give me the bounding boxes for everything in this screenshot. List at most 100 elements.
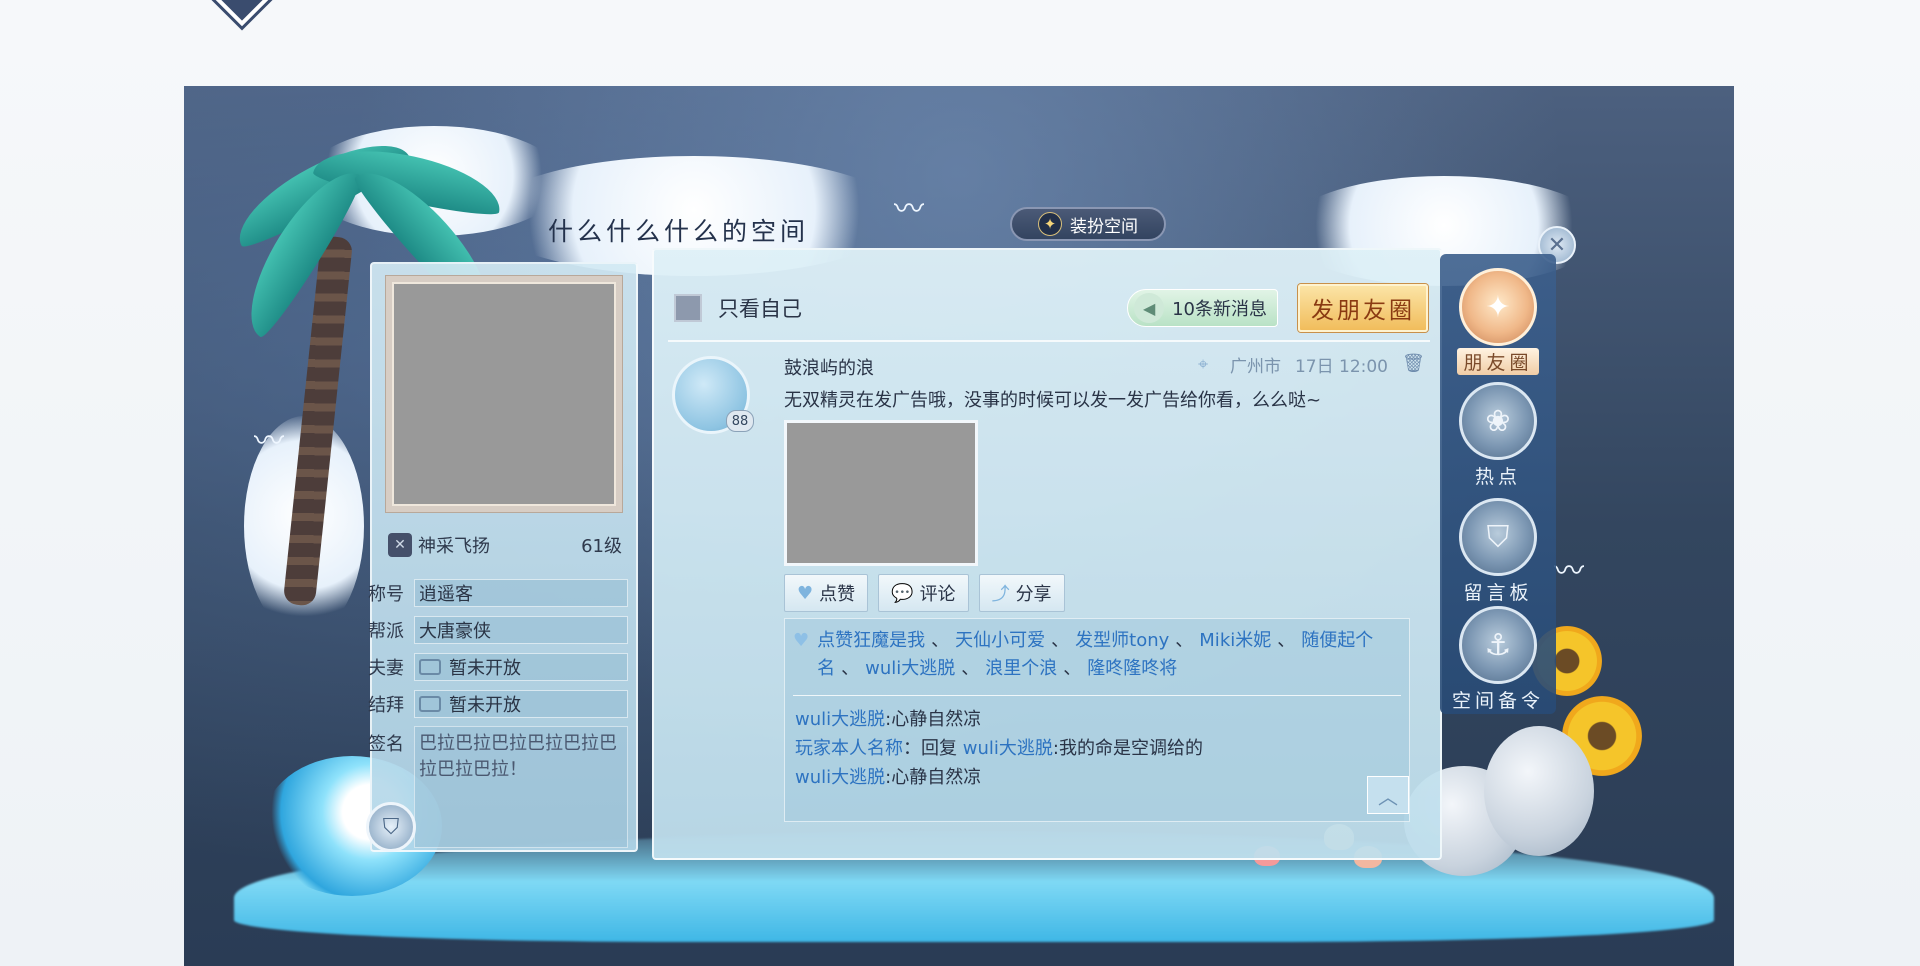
post-actions: ♥ 点赞 💬 评论 ⤴ 分享	[784, 574, 1065, 612]
sect-badge-icon: ✕	[388, 533, 412, 557]
post-location: 广州市	[1229, 357, 1281, 377]
locked-icon	[419, 659, 441, 675]
liker-separator: 、	[1063, 658, 1082, 679]
scroll-top-button[interactable]: ︿	[1367, 776, 1409, 814]
comment-box: ♥ 点赞狂魔是我、天仙小可爱、发型师tony、 Miki米妮、随便起个名、 wuli…	[784, 618, 1410, 822]
new-messages-button[interactable]: ◀ 10条新消息	[1127, 289, 1278, 327]
seal	[1484, 726, 1594, 856]
comment-user[interactable]: wuli大逃脱	[795, 709, 885, 730]
star-icon: ✦	[1038, 212, 1062, 236]
info-row-guild: 帮派 大唐豪侠	[368, 615, 628, 645]
comment-user[interactable]: 玩家本人名称	[795, 738, 903, 759]
nav-label: 热点	[1474, 466, 1521, 488]
comment-text: :心静自然凉	[885, 767, 982, 788]
liker-name[interactable]: 天仙小可爱	[955, 630, 1045, 651]
nav-item-moments[interactable]: ✦ 朋友圈	[1452, 268, 1544, 375]
profile-avatar[interactable]	[386, 276, 622, 512]
info-value-text: 暂未开放	[449, 658, 521, 679]
liker-name[interactable]: Miki米妮	[1199, 630, 1271, 651]
profile-name: 神采飞扬	[418, 536, 490, 557]
liker-name[interactable]: 浪里个浪	[985, 658, 1057, 679]
comment-divider	[793, 695, 1401, 696]
info-row-sworn: 结拜 暂未开放	[368, 689, 628, 719]
locked-icon	[419, 696, 441, 712]
liker-separator: 、	[1051, 630, 1070, 651]
comment-text: :我的命是空调给的	[1052, 738, 1203, 759]
liker-name[interactable]: 发型师tony	[1075, 630, 1169, 651]
info-label: 结拜	[368, 695, 404, 716]
liker-separator: 、	[961, 658, 980, 679]
info-value: 暂未开放	[414, 690, 628, 718]
info-label: 夫妻	[368, 658, 404, 679]
post-time: 17日 12:00	[1294, 357, 1388, 377]
shield-icon: ⛉	[1459, 498, 1537, 576]
nav-item-space-settings[interactable]: ⚓ 空间备令	[1452, 606, 1544, 713]
chevron-up-icon: ︿	[1378, 784, 1398, 809]
delete-icon[interactable]: 🗑	[1402, 353, 1425, 377]
profile-level: 61级	[581, 536, 622, 557]
post-moment-button[interactable]: 发朋友圈	[1298, 284, 1428, 332]
like-label: 点赞	[819, 584, 856, 605]
avatar-level-badge: 88	[726, 410, 754, 432]
nav-label: 朋友圈	[1457, 348, 1539, 375]
profile-name-row: ✕ 神采飞扬 61级	[388, 530, 622, 560]
profile-panel: ✕ 神采飞扬 61级 称号 逍遥客 帮派 大唐豪侠 夫妻 暂未开放 结拜 暂未开…	[368, 262, 638, 852]
liker-name[interactable]: wuli大逃脱	[865, 658, 955, 679]
liker-name[interactable]: 点赞狂魔是我	[817, 630, 925, 651]
comments-list: wuli大逃脱:心静自然凉 玩家本人名称：回复 wuli大逃脱:我的命是空调给的 w…	[795, 705, 1203, 792]
bird-icon: 〰	[894, 192, 924, 227]
only-me-checkbox[interactable]	[674, 294, 702, 322]
reply-target-user[interactable]: wuli大逃脱	[963, 738, 1053, 759]
info-label: 帮派	[368, 621, 404, 642]
nav-item-hotspot[interactable]: ❀ 热点	[1452, 382, 1544, 489]
nav-label: 留言板	[1463, 582, 1533, 604]
liker-separator: 、	[1277, 630, 1296, 651]
comment-label: 评论	[919, 584, 956, 605]
new-messages-label: 10条新消息	[1172, 299, 1267, 320]
post-image[interactable]	[784, 420, 978, 566]
info-row-spouse: 夫妻 暂未开放	[368, 652, 628, 682]
feed-toolbar: 只看自己 ◀ 10条新消息 发朋友圈	[674, 284, 1428, 332]
only-me-label[interactable]: 只看自己	[718, 293, 802, 323]
location-pin-icon: ⌖	[1197, 353, 1209, 375]
liker-separator: 、	[841, 658, 860, 679]
likes-names: 点赞狂魔是我、天仙小可爱、发型师tony、 Miki米妮、随便起个名、 wuli大逃…	[817, 627, 1399, 683]
shield-button[interactable]: ⛉	[366, 802, 416, 852]
nav-label: 空间备令	[1452, 690, 1545, 712]
post-meta: ⌖ 广州市 17日 12:00 🗑	[1197, 352, 1425, 378]
bird-icon: 〰	[254, 424, 284, 459]
post-author[interactable]: 鼓浪屿的浪	[784, 354, 874, 380]
moments-panel: 只看自己 ◀ 10条新消息 发朋友圈 88 鼓浪屿的浪 ⌖ 广州市 17日 12…	[652, 248, 1442, 860]
info-value: 逍遥客	[414, 579, 628, 607]
comment-button[interactable]: 💬 评论	[878, 574, 969, 612]
dress-up-space-button[interactable]: ✦ 装扮空间	[1010, 207, 1166, 241]
nav-item-message-board[interactable]: ⛉ 留言板	[1452, 498, 1544, 605]
lotus-icon: ❀	[1459, 382, 1537, 460]
heart-icon: ♥	[797, 582, 814, 604]
comment-text: :心静自然凉	[885, 709, 982, 730]
top-diamond-decoration	[213, 0, 271, 27]
liker-separator: 、	[1175, 630, 1194, 651]
info-row-title: 称号 逍遥客	[368, 578, 628, 608]
share-button[interactable]: ⤴ 分享	[978, 574, 1065, 612]
info-value-text: 暂未开放	[449, 695, 521, 716]
comment-row: wuli大逃脱:心静自然凉	[795, 763, 1203, 792]
speaker-icon: ◀	[1134, 293, 1165, 323]
info-value: 大唐豪侠	[414, 616, 628, 644]
share-icon: ⤴	[991, 584, 1010, 605]
space-title: 什么什么什么的空间	[548, 217, 810, 246]
liker-name[interactable]: 隆咚隆咚将	[1087, 658, 1177, 679]
reply-prefix: ：回复	[903, 738, 963, 759]
shield-icon: ⛉	[382, 814, 400, 840]
toolbar-divider	[668, 340, 1430, 342]
like-button[interactable]: ♥ 点赞	[784, 574, 869, 612]
heart-icon: ♥	[793, 630, 810, 651]
comment-row: 玩家本人名称：回复 wuli大逃脱:我的命是空调给的	[795, 734, 1203, 763]
right-nav: ✦ 朋友圈 ❀ 热点 ⛉ 留言板 ⚓ 空间备令	[1440, 254, 1556, 714]
comment-user[interactable]: wuli大逃脱	[795, 767, 885, 788]
signature-label: 签名	[368, 734, 404, 755]
dress-up-label: 装扮空间	[1070, 216, 1138, 237]
liker-separator: 、	[931, 630, 950, 651]
bird-icon: 〰	[1554, 554, 1584, 589]
anchor-icon: ⚓	[1459, 606, 1537, 684]
